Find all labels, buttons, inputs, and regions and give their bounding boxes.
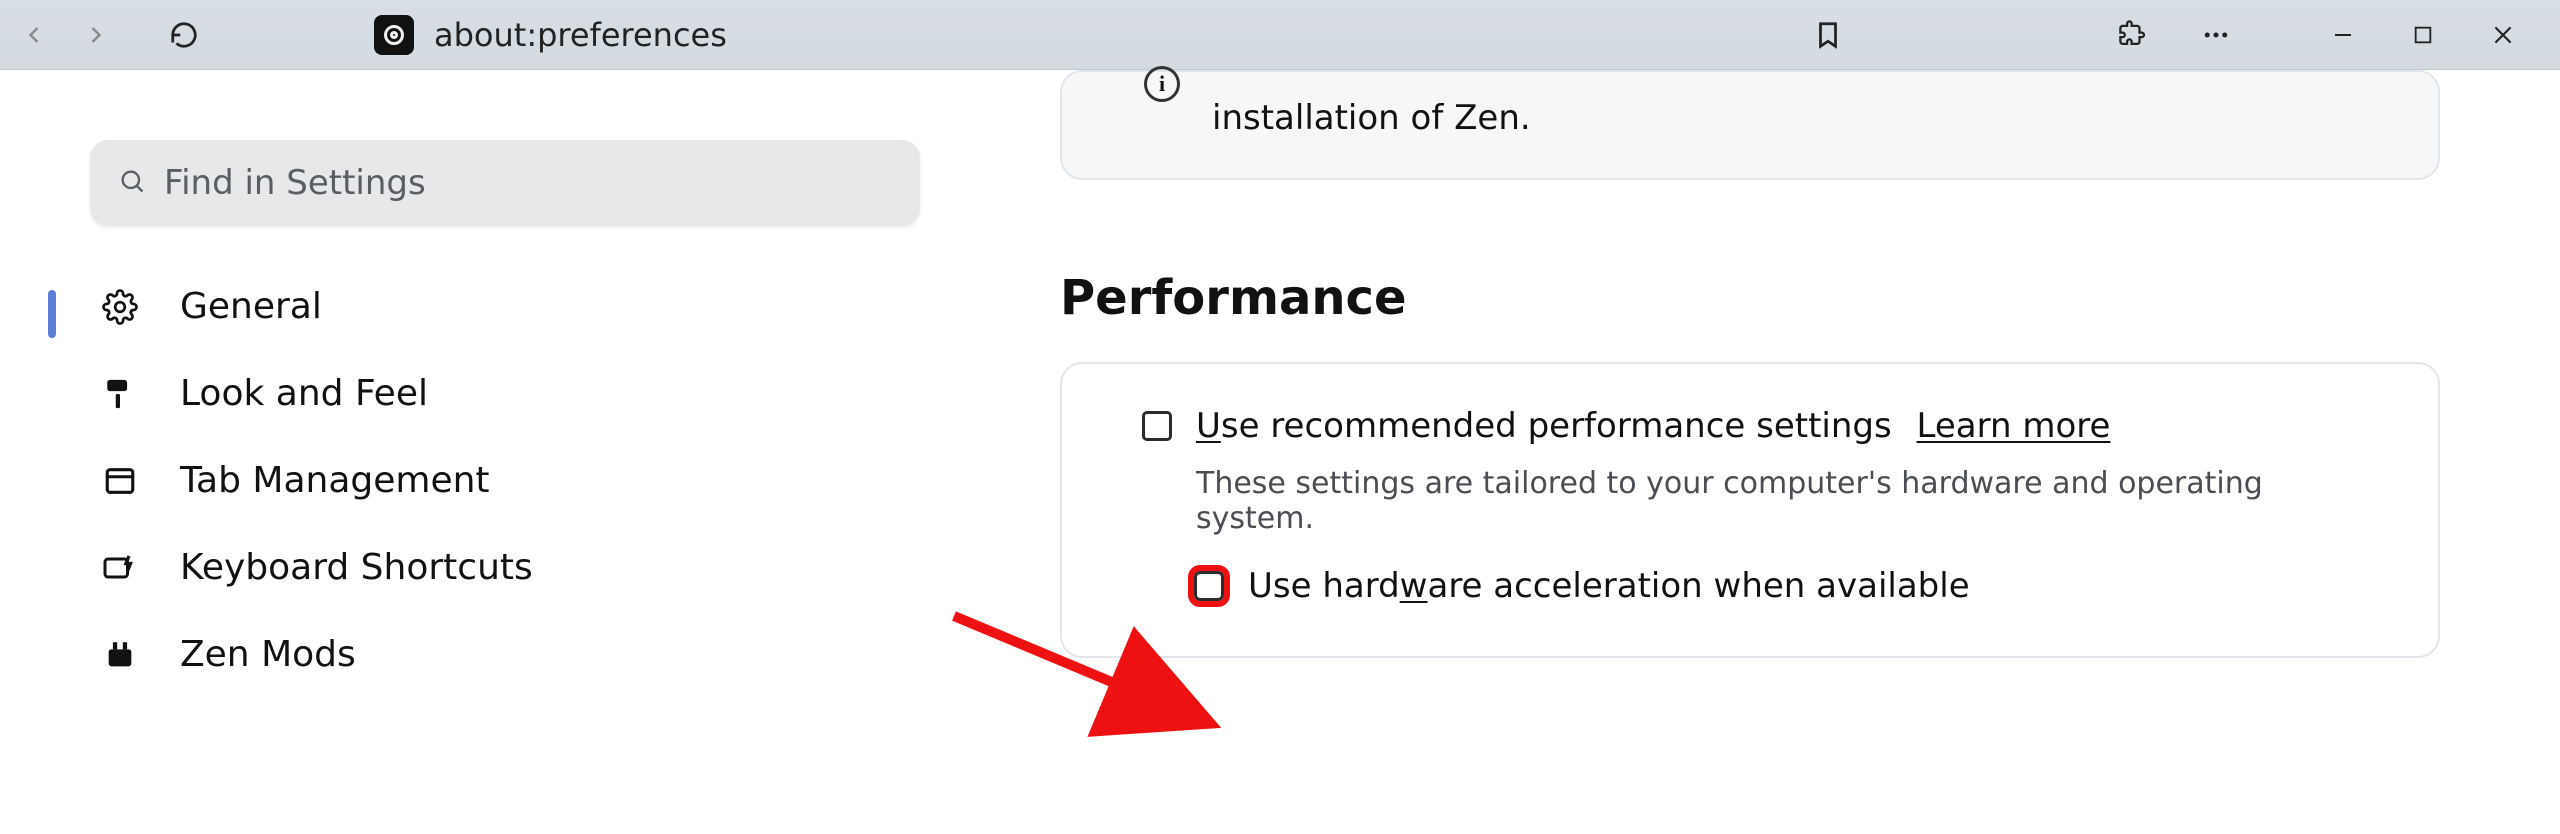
url-text: about:preferences	[434, 16, 727, 54]
checkbox-use-recommended[interactable]	[1142, 411, 1172, 441]
notice-text: installation of Zen.	[1212, 98, 1531, 138]
settings-search[interactable]: Find in Settings	[90, 140, 920, 226]
nav-keyboard-shortcuts[interactable]: Keyboard Shortcuts	[100, 547, 920, 588]
settings-nav: General Look and Feel Tab Management Key…	[90, 286, 920, 675]
window-controls	[2308, 13, 2538, 57]
nav-zen-mods[interactable]: Zen Mods	[100, 634, 920, 675]
keyboard-bolt-icon	[100, 548, 140, 588]
learn-more-link[interactable]: Learn more	[1917, 406, 2111, 446]
window-maximize[interactable]	[2388, 13, 2458, 57]
plugin-icon	[100, 635, 140, 675]
site-identity-icon[interactable]	[374, 15, 414, 55]
nav-general[interactable]: General	[100, 286, 920, 327]
overflow-menu-icon[interactable]	[2194, 13, 2238, 57]
nav-label: Tab Management	[180, 460, 490, 501]
info-icon: i	[1144, 66, 1180, 102]
setting-use-recommended[interactable]: Use recommended performance settings Lea…	[1142, 406, 2378, 446]
gear-icon	[100, 287, 140, 327]
nav-tab-management[interactable]: Tab Management	[100, 460, 920, 501]
settings-content: i installation of Zen. Performance Use r…	[980, 70, 2560, 834]
back-button[interactable]	[12, 13, 56, 57]
setting-label: Use hardware acceleration when available	[1248, 566, 1970, 606]
nav-label: General	[180, 286, 322, 327]
window-close[interactable]	[2468, 13, 2538, 57]
paint-icon	[100, 374, 140, 414]
checkbox-hardware-accel[interactable]	[1194, 571, 1224, 601]
search-icon	[118, 167, 146, 199]
info-notice: i installation of Zen.	[1060, 70, 2440, 180]
window-minimize[interactable]	[2308, 13, 2378, 57]
reload-button[interactable]	[162, 13, 206, 57]
setting-hardware-accel[interactable]: Use hardware acceleration when available	[1194, 566, 2378, 606]
extensions-icon[interactable]	[2110, 13, 2154, 57]
toolbar-right	[1806, 13, 2548, 57]
nav-label: Zen Mods	[180, 634, 356, 675]
section-performance-title: Performance	[1060, 270, 2560, 326]
address-bar[interactable]: about:preferences	[224, 10, 1788, 60]
settings-sidebar: Find in Settings General Look and Feel T…	[0, 70, 980, 834]
nav-label: Keyboard Shortcuts	[180, 547, 533, 588]
annotation-arrow	[944, 606, 1254, 776]
forward-button[interactable]	[74, 13, 118, 57]
setting-description: These settings are tailored to your comp…	[1196, 466, 2378, 536]
settings-page: Find in Settings General Look and Feel T…	[0, 70, 2560, 834]
nav-label: Look and Feel	[180, 373, 428, 414]
nav-look-and-feel[interactable]: Look and Feel	[100, 373, 920, 414]
bookmark-icon[interactable]	[1806, 13, 1850, 57]
setting-label: Use recommended performance settings Lea…	[1196, 406, 2110, 446]
performance-card: Use recommended performance settings Lea…	[1060, 362, 2440, 658]
window-icon	[100, 461, 140, 501]
search-placeholder: Find in Settings	[164, 163, 426, 203]
browser-toolbar: about:preferences	[0, 0, 2560, 70]
